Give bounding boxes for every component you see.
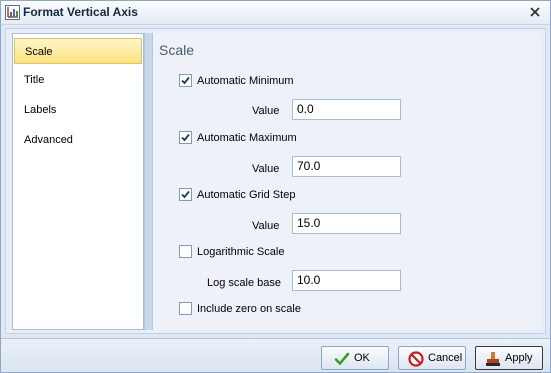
checkmark-icon [181,133,190,142]
nav-item-labels[interactable]: Labels [14,97,142,123]
checkbox-box[interactable] [179,188,192,201]
nav-item-label: Labels [24,104,57,116]
checkbox-label: Automatic Maximum [197,132,297,144]
nav-item-scale[interactable]: Scale [14,38,142,64]
splitter[interactable] [144,33,153,330]
cancel-button-label: Cancel [428,352,463,364]
checkbox-box[interactable] [179,131,192,144]
checkbox-box[interactable] [179,245,192,258]
log-scale-base-label: Log scale base [207,277,281,289]
checkmark-icon [181,190,190,199]
log-scale-base-input[interactable]: 10.0 [292,270,401,291]
nav-item-label: Title [24,74,45,86]
scale-panel: Scale Automatic Minimum Value 0.0 Automa… [153,33,541,330]
checkbox-label: Automatic Grid Step [197,189,296,201]
close-icon[interactable] [528,5,542,19]
checkbox-label: Automatic Minimum [197,75,294,87]
cancel-button[interactable]: Cancel [398,346,466,370]
category-list: Scale Title Labels Advanced [12,33,144,330]
title-bar[interactable]: Format Vertical Axis [1,1,550,25]
nav-item-title[interactable]: Title [14,67,142,93]
maximum-value-input[interactable]: 70.0 [292,156,401,177]
minimum-value-input[interactable]: 0.0 [292,99,401,120]
checkbox-label: Logarithmic Scale [197,246,285,258]
checkmark-icon [181,76,190,85]
checkbox-label: Include zero on scale [197,303,301,315]
nav-item-label: Scale [25,46,53,58]
nav-item-label: Advanced [24,134,73,146]
checkbox-box[interactable] [179,302,192,315]
checkmark-icon [334,352,350,366]
dialog-body: Scale Title Labels Advanced Scale Automa… [5,28,546,334]
grid-step-value-input[interactable]: 15.0 [292,213,401,234]
ok-button[interactable]: OK [321,346,389,370]
minimum-value-label: Value [252,105,280,117]
button-bar: OK Cancel Apply [1,338,550,372]
section-title: Scale [159,42,195,58]
format-vertical-axis-dialog: Format Vertical Axis Scale Title Labels … [0,0,551,373]
nav-item-advanced[interactable]: Advanced [14,127,142,153]
cancel-icon [408,351,424,367]
ok-button-label: OK [354,352,370,364]
dialog-title: Format Vertical Axis [23,5,138,19]
grid-step-value-label: Value [252,220,280,232]
stamp-icon [486,352,500,366]
maximum-value-label: Value [252,163,280,175]
chart-axis-icon [5,5,20,20]
apply-button-label: Apply [505,352,533,364]
checkbox-box[interactable] [179,74,192,87]
apply-button[interactable]: Apply [475,346,543,370]
